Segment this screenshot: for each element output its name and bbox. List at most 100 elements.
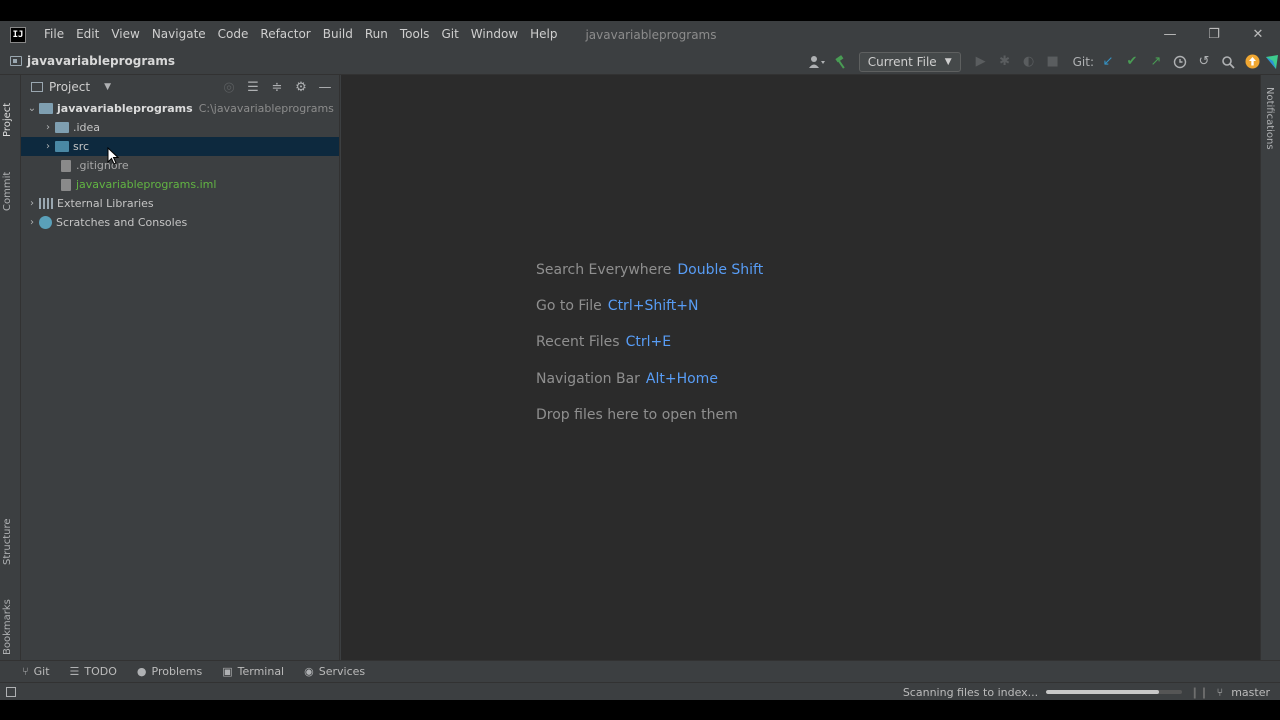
- rollback-icon[interactable]: ↺: [1192, 50, 1216, 74]
- indexing-status[interactable]: Scanning files to index...: [903, 686, 1038, 699]
- project-folder-icon: [10, 56, 22, 66]
- menu-tools[interactable]: Tools: [394, 21, 436, 48]
- hint-label: Navigation Bar: [536, 371, 640, 387]
- search-icon[interactable]: [1216, 50, 1240, 74]
- build-hammer-icon[interactable]: [829, 50, 853, 74]
- root-module-path: C:\javavariableprograms: [198, 102, 334, 115]
- menu-bar: IJ File Edit View Navigate Code Refactor…: [0, 21, 1280, 48]
- menu-help[interactable]: Help: [524, 21, 563, 48]
- menu-run[interactable]: Run: [359, 21, 394, 48]
- source-folder-icon: [55, 141, 69, 152]
- run-configuration-label: Current File: [867, 54, 937, 69]
- hint-shortcut: Double Shift: [677, 262, 764, 278]
- menu-navigate[interactable]: Navigate: [146, 21, 212, 48]
- ide-window: IJ File Edit View Navigate Code Refactor…: [0, 21, 1280, 700]
- tool-tab-commit[interactable]: Commit: [2, 172, 13, 211]
- restore-button[interactable]: ❐: [1192, 21, 1236, 48]
- menu-refactor[interactable]: Refactor: [254, 21, 316, 48]
- tree-item-src[interactable]: › src: [21, 137, 339, 156]
- chevron-right-icon[interactable]: ›: [25, 198, 39, 209]
- hint-label: Search Everywhere: [536, 262, 672, 278]
- problems-tab-label: Problems: [151, 665, 203, 678]
- root-module-name: javavariableprograms: [57, 102, 193, 115]
- stop-icon[interactable]: ■: [1041, 50, 1065, 74]
- hint-search-everywhere: Search Everywhere Double Shift: [536, 262, 763, 278]
- select-opened-file-icon[interactable]: ◎: [217, 75, 241, 99]
- git-push-icon[interactable]: ↗: [1144, 50, 1168, 74]
- tool-tab-problems[interactable]: ● Problems: [137, 665, 202, 678]
- menu-view[interactable]: View: [105, 21, 145, 48]
- notifications-tab-label: Notifications: [1264, 87, 1275, 150]
- coverage-icon[interactable]: ◐: [1017, 50, 1041, 74]
- project-panel-title[interactable]: Project: [49, 80, 90, 94]
- ide-update-icon[interactable]: [1240, 50, 1264, 74]
- history-icon[interactable]: [1168, 50, 1192, 74]
- menu-file[interactable]: File: [38, 21, 70, 48]
- gear-icon[interactable]: ⚙: [289, 75, 313, 99]
- jetbrains-toolbox-icon[interactable]: [1264, 50, 1280, 74]
- tool-tab-notifications[interactable]: Notifications: [1264, 87, 1275, 150]
- status-bar-right: Scanning files to index... ❙❙ ⑂ master: [903, 683, 1270, 701]
- window-controls: — ❐ ✕: [1148, 21, 1280, 48]
- library-icon: [39, 198, 53, 209]
- bookmarks-tab-label: Bookmarks: [2, 599, 13, 655]
- run-configuration-select[interactable]: Current File ▼: [858, 51, 961, 72]
- tool-tab-services[interactable]: ◉ Services: [304, 665, 365, 678]
- run-icon[interactable]: ▶: [969, 50, 993, 74]
- hint-navigation-bar: Navigation Bar Alt+Home: [536, 371, 718, 387]
- menu-build[interactable]: Build: [317, 21, 359, 48]
- tree-item-scratches[interactable]: › Scratches and Consoles: [21, 213, 339, 232]
- hint-label: Drop files here to open them: [536, 407, 738, 423]
- hint-label: Recent Files: [536, 334, 620, 350]
- git-branch-icon: ⑂: [22, 665, 29, 678]
- hide-panel-icon[interactable]: —: [313, 75, 337, 99]
- git-update-icon[interactable]: ↙: [1096, 50, 1120, 74]
- collapse-all-icon[interactable]: ≑: [265, 75, 289, 99]
- breadcrumb-project[interactable]: javavariableprograms: [27, 54, 175, 68]
- chevron-down-icon[interactable]: ⌄: [25, 103, 39, 114]
- pause-icon[interactable]: ❙❙: [1190, 686, 1208, 699]
- video-letterbox-top: [0, 0, 1280, 21]
- editor-empty-area[interactable]: Search Everywhere Double Shift Go to File…: [341, 75, 1260, 660]
- video-letterbox-bottom: [0, 700, 1280, 720]
- chevron-right-icon[interactable]: ›: [41, 122, 55, 133]
- hint-shortcut: Ctrl+Shift+N: [607, 298, 699, 314]
- close-button[interactable]: ✕: [1236, 21, 1280, 48]
- services-tab-label: Services: [318, 665, 366, 678]
- tree-item-gitignore[interactable]: .gitignore: [21, 156, 339, 175]
- chevron-right-icon[interactable]: ›: [25, 217, 39, 228]
- tool-tab-bookmarks[interactable]: Bookmarks: [2, 599, 13, 655]
- menu-edit[interactable]: Edit: [70, 21, 105, 48]
- navigation-toolbar: javavariableprograms Current File ▼ ▶ ✱ …: [0, 48, 1280, 75]
- tree-item-root[interactable]: ⌄ javavariableprograms C:\javavariablepr…: [21, 99, 339, 118]
- tool-tab-git[interactable]: ⑂ Git: [22, 665, 50, 678]
- menu-git[interactable]: Git: [435, 21, 464, 48]
- menu-window[interactable]: Window: [465, 21, 524, 48]
- indexing-progress-bar: [1046, 690, 1183, 694]
- tool-tab-todo[interactable]: ☰ TODO: [70, 665, 117, 678]
- external-libraries-label: External Libraries: [57, 197, 154, 210]
- gitignore-label: .gitignore: [76, 159, 129, 172]
- project-view-icon: [31, 82, 43, 92]
- tool-tab-project[interactable]: Project: [2, 103, 13, 137]
- left-tool-stripe: Project Commit Structure Bookmarks: [0, 75, 21, 660]
- minimize-button[interactable]: —: [1148, 21, 1192, 48]
- tree-item-iml[interactable]: javavariableprograms.iml: [21, 175, 339, 194]
- tool-tab-structure[interactable]: Structure: [2, 518, 13, 565]
- hint-shortcut: Alt+Home: [645, 371, 718, 387]
- hint-shortcut: Ctrl+E: [625, 334, 672, 350]
- expand-all-icon[interactable]: ☰: [241, 75, 265, 99]
- git-label: Git:: [1072, 54, 1094, 69]
- chevron-right-icon[interactable]: ›: [41, 141, 55, 152]
- tool-tab-terminal[interactable]: ▣ Terminal: [222, 665, 284, 678]
- tool-windows-toggle-icon[interactable]: [6, 686, 16, 697]
- git-branch-widget[interactable]: master: [1231, 686, 1270, 699]
- user-account-icon[interactable]: [805, 50, 829, 74]
- tree-item-external-libraries[interactable]: › External Libraries: [21, 194, 339, 213]
- debug-icon[interactable]: ✱: [993, 50, 1017, 74]
- hint-recent-files: Recent Files Ctrl+E: [536, 334, 671, 350]
- menu-code[interactable]: Code: [212, 21, 255, 48]
- chevron-down-icon[interactable]: ▼: [104, 82, 111, 92]
- git-commit-icon[interactable]: ✔: [1120, 50, 1144, 74]
- tree-item-idea[interactable]: › .idea: [21, 118, 339, 137]
